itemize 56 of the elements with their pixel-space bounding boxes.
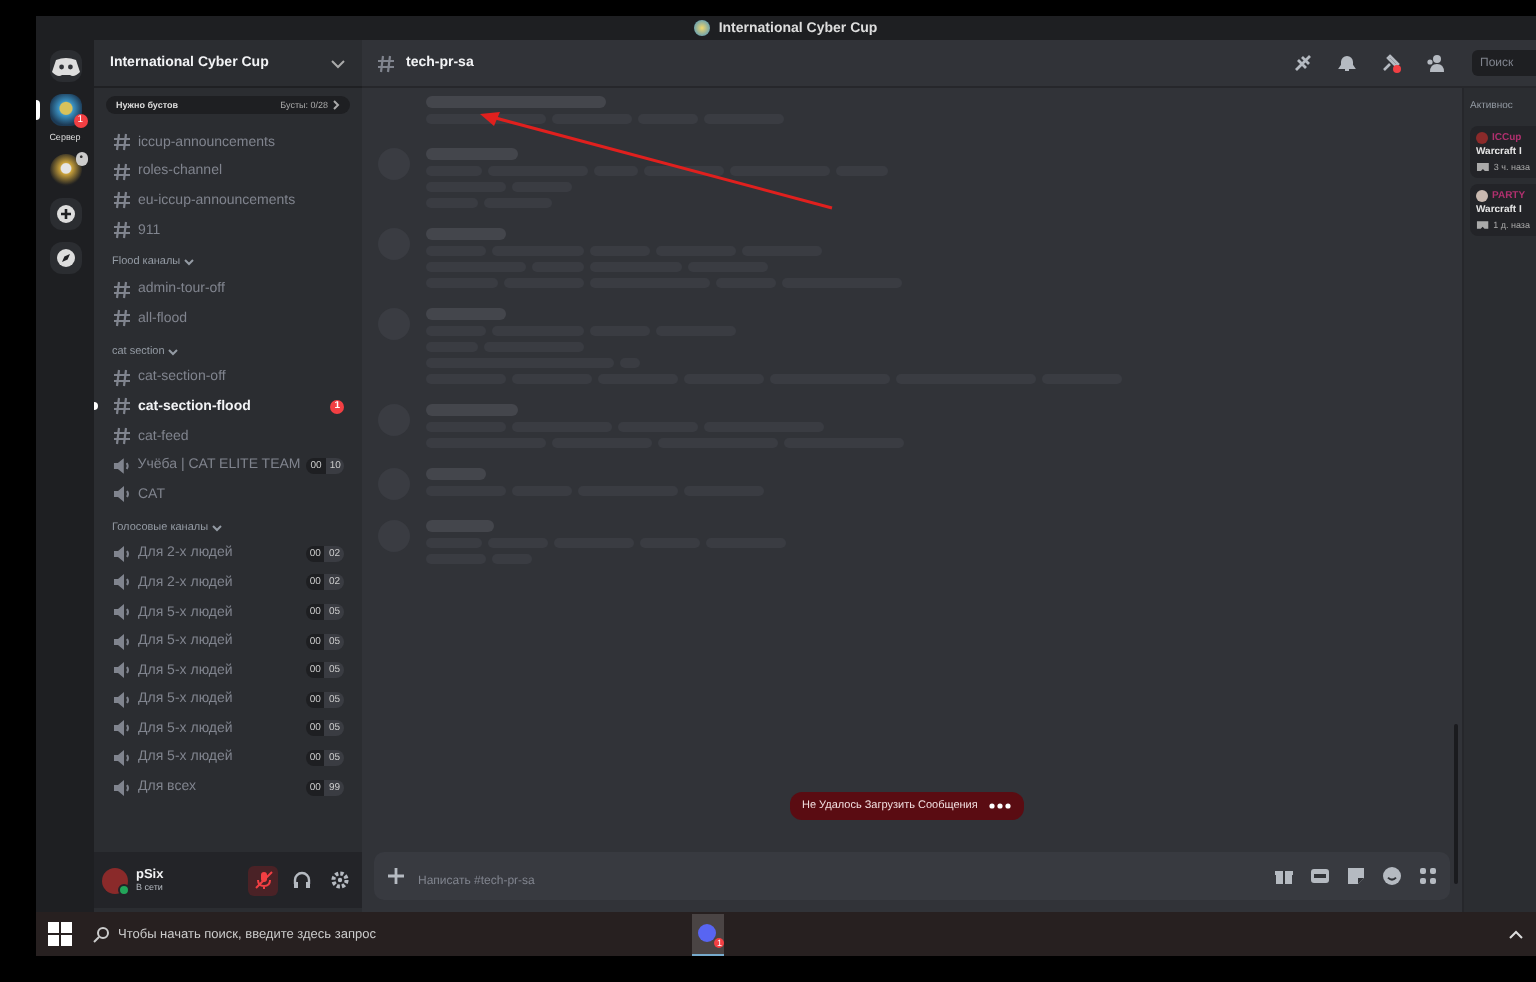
home-button[interactable] <box>49 50 81 82</box>
chevron-icon <box>332 100 340 110</box>
chevron-icon <box>330 57 346 69</box>
speaker-icon <box>112 718 132 739</box>
search-icon <box>92 925 110 943</box>
dots-icon <box>987 802 1012 810</box>
hash-icon <box>112 426 132 447</box>
server-icon[interactable] <box>49 154 81 186</box>
hash-icon <box>376 53 396 73</box>
members-icon[interactable] <box>1424 52 1446 74</box>
add-server-button[interactable] <box>49 198 81 230</box>
compass-icon <box>55 248 75 268</box>
gift-icon[interactable] <box>1274 866 1294 886</box>
hash-icon <box>112 279 132 300</box>
user-avatar <box>1476 132 1488 144</box>
sticker-icon[interactable] <box>1346 866 1366 886</box>
gif-icon[interactable] <box>1310 866 1330 886</box>
speaker-icon <box>112 602 132 623</box>
user-avatar <box>1476 190 1488 202</box>
hash-icon <box>112 396 132 417</box>
chevron-icon <box>168 347 179 356</box>
hash-icon <box>112 161 132 182</box>
bell-icon[interactable] <box>1336 52 1358 74</box>
speaker-icon <box>112 777 132 798</box>
chevron-icon <box>184 258 195 267</box>
speaker-icon <box>112 631 132 652</box>
server-logo-icon <box>694 20 711 36</box>
headphones-icon <box>291 870 311 890</box>
speaker-icon <box>112 747 132 768</box>
speaker-icon <box>112 455 132 476</box>
caret-icon[interactable] <box>1508 928 1524 940</box>
speaker-icon <box>112 689 132 710</box>
plus-icon <box>55 204 75 224</box>
hash-icon <box>112 308 132 329</box>
plus-icon[interactable] <box>386 866 406 886</box>
server-icon[interactable] <box>49 94 81 126</box>
hash-icon <box>112 367 132 388</box>
hash-icon <box>112 220 132 241</box>
online-status-dot <box>118 883 130 895</box>
microphone-icon <box>253 870 273 890</box>
speaker-icon <box>112 572 132 593</box>
chevron-icon <box>212 523 223 532</box>
apps-icon[interactable] <box>1418 866 1438 886</box>
hash-icon <box>112 190 132 211</box>
speaker-icon <box>112 660 132 681</box>
windows-start-icon[interactable] <box>48 922 72 946</box>
emoji-icon[interactable] <box>1382 866 1402 886</box>
microphone-button[interactable] <box>248 865 278 895</box>
unread-indicator <box>94 402 98 411</box>
speaker-icon <box>112 543 132 564</box>
discord-logo-icon <box>51 55 79 77</box>
speaker-icon <box>112 484 132 505</box>
user-avatar[interactable] <box>102 867 128 893</box>
settings-icon <box>329 870 349 890</box>
explore-button[interactable] <box>49 242 81 274</box>
hash-icon <box>112 132 132 153</box>
